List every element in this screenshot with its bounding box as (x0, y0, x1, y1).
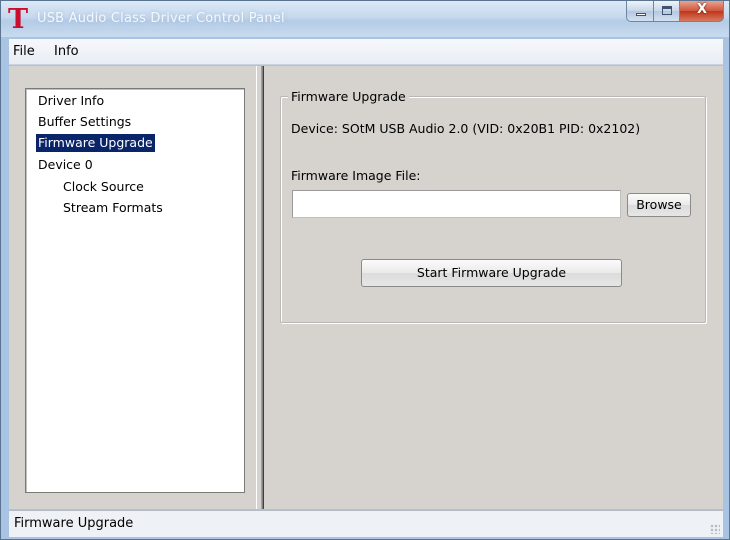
firmware-file-input[interactable] (292, 190, 621, 218)
menu-info[interactable]: Info (54, 44, 79, 59)
maximize-button[interactable] (654, 1, 680, 22)
client-area: Driver Info Buffer Settings Firmware Upg… (9, 66, 723, 509)
window-title: USB Audio Class Driver Control Panel (37, 11, 285, 26)
tree-item-firmware-upgrade[interactable]: Firmware Upgrade (36, 134, 155, 152)
browse-button[interactable]: Browse (627, 193, 691, 217)
panel-splitter[interactable] (256, 66, 263, 509)
menu-bar: File Info (9, 39, 723, 65)
minimize-button[interactable] (626, 1, 654, 22)
menu-file[interactable]: File (13, 44, 35, 59)
firmware-group-title: Firmware Upgrade (288, 89, 409, 104)
close-button[interactable]: X (680, 1, 724, 22)
maximize-icon (662, 6, 672, 15)
status-bar: Firmware Upgrade (9, 510, 723, 537)
navigation-tree[interactable]: Driver Info Buffer Settings Firmware Upg… (25, 88, 245, 493)
tree-item-stream-formats[interactable]: Stream Formats (61, 199, 165, 217)
navigation-panel: Driver Info Buffer Settings Firmware Upg… (9, 66, 256, 509)
app-logo-icon: T (8, 5, 28, 31)
tree-item-device-0[interactable]: Device 0 (36, 156, 95, 174)
app-window: T USB Audio Class Driver Control Panel X… (0, 0, 730, 540)
tree-item-driver-info[interactable]: Driver Info (36, 92, 106, 110)
firmware-panel: Firmware Upgrade Device: SOtM USB Audio … (265, 66, 723, 509)
title-bar[interactable]: T USB Audio Class Driver Control Panel X (1, 1, 729, 37)
device-info-text: Device: SOtM USB Audio 2.0 (VID: 0x20B1 … (291, 121, 641, 136)
status-text: Firmware Upgrade (14, 516, 134, 531)
tree-item-clock-source[interactable]: Clock Source (61, 178, 146, 196)
resize-grip-icon[interactable] (710, 524, 720, 534)
minimize-icon (636, 13, 646, 16)
start-firmware-upgrade-button[interactable]: Start Firmware Upgrade (361, 259, 622, 287)
svg-text:T: T (8, 5, 28, 31)
close-icon: X (696, 2, 708, 17)
caption-buttons: X (626, 1, 724, 22)
firmware-file-label: Firmware Image File: (291, 168, 421, 183)
tree-item-buffer-settings[interactable]: Buffer Settings (36, 113, 133, 131)
